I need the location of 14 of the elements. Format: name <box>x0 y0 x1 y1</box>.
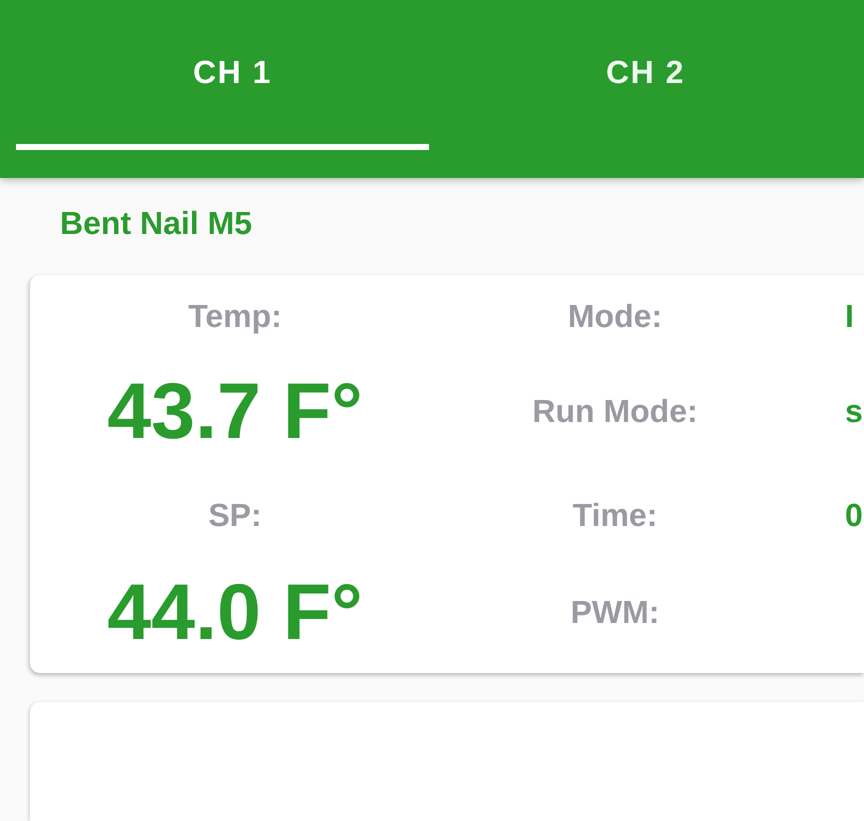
reading-label: Temp: <box>188 297 282 335</box>
tab[interactable]: CH 1 <box>16 0 429 150</box>
reading-label: SP: <box>208 496 262 534</box>
field-value: 0 <box>845 496 863 534</box>
tab[interactable]: CH 2 <box>429 0 842 150</box>
reading-value: 43.7 F° <box>107 366 363 456</box>
reading-value: 44.0 F° <box>107 567 363 657</box>
field-value: s <box>845 392 863 430</box>
device-name: Bent Nail M5 <box>60 204 252 242</box>
field-label: Mode: <box>568 297 662 335</box>
field-value: I <box>845 297 854 335</box>
field-label: PWM: <box>570 593 660 631</box>
field-label: Time: <box>572 496 658 534</box>
field-label: Run Mode: <box>532 392 698 430</box>
